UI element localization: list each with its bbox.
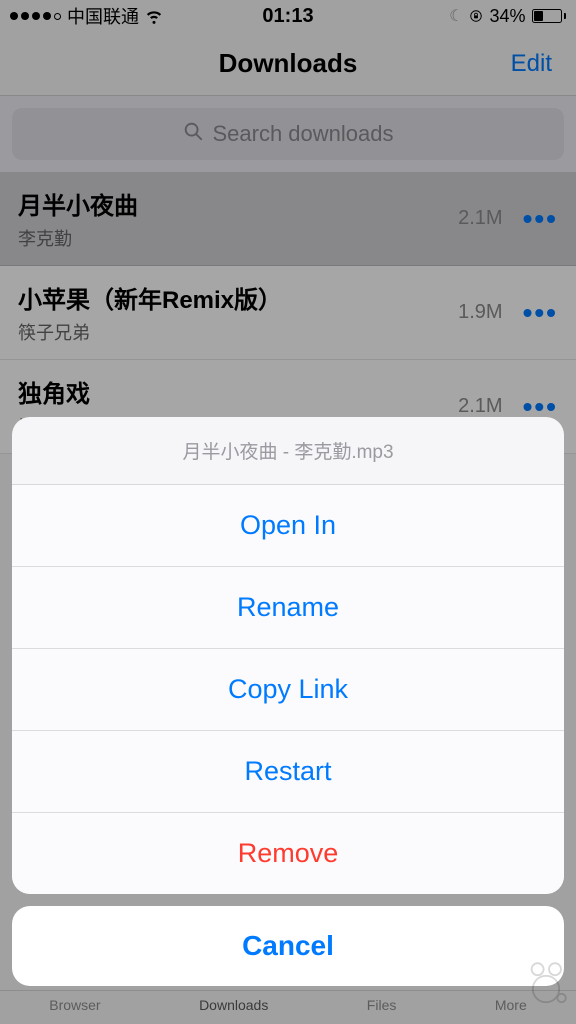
watermark-icon [510, 953, 570, 1018]
copy-link-button[interactable]: Copy Link [12, 649, 564, 731]
open-in-button[interactable]: Open In [12, 485, 564, 567]
remove-button[interactable]: Remove [12, 813, 564, 894]
action-sheet: 月半小夜曲 - 李克勤.mp3 Open In Rename Copy Link… [12, 417, 564, 986]
rename-button[interactable]: Rename [12, 567, 564, 649]
restart-button[interactable]: Restart [12, 731, 564, 813]
cancel-button[interactable]: Cancel [12, 906, 564, 986]
action-sheet-body: 月半小夜曲 - 李克勤.mp3 Open In Rename Copy Link… [12, 417, 564, 894]
sheet-title: 月半小夜曲 - 李克勤.mp3 [12, 417, 564, 485]
